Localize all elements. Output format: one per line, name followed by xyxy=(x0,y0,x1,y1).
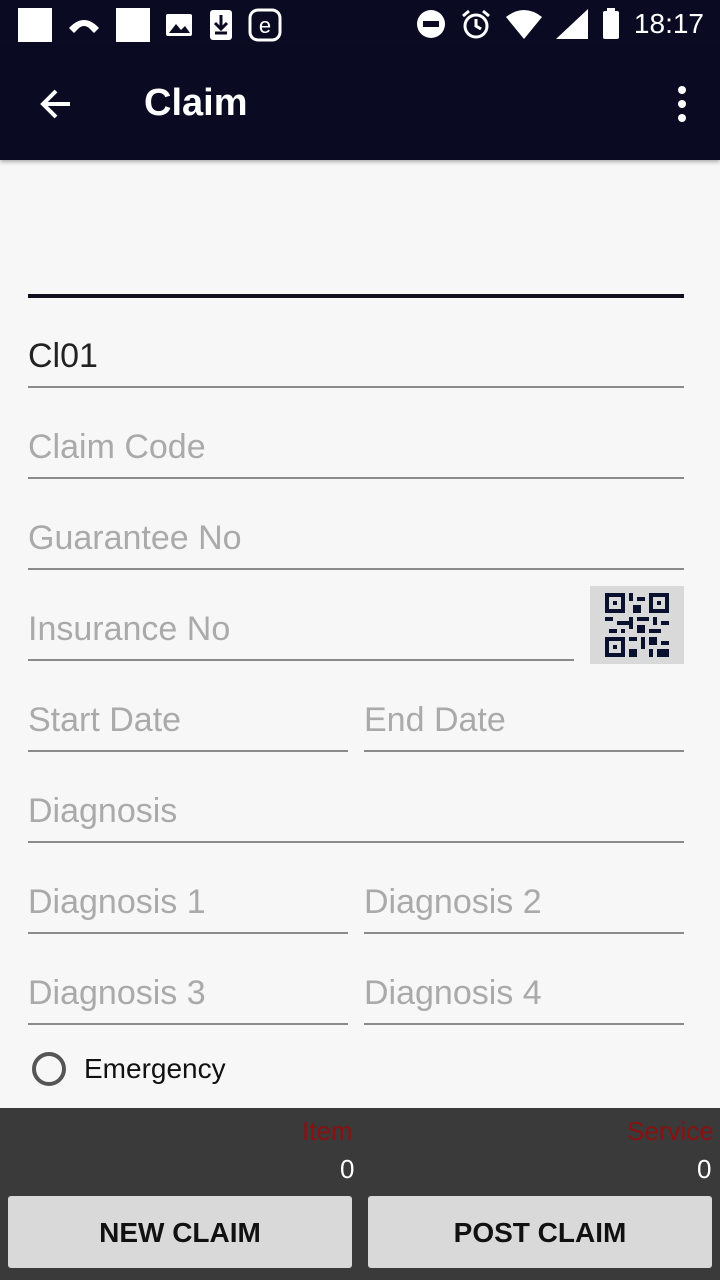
claim-form: Cl01 Claim Code Guarantee No Insurance N… xyxy=(0,160,720,1108)
notification-icon xyxy=(18,8,52,42)
arrow-back-icon[interactable] xyxy=(36,84,76,124)
cl-field[interactable]: Cl01 xyxy=(28,332,684,388)
item-label: Item xyxy=(302,1116,353,1146)
post-claim-button[interactable]: POST CLAIM xyxy=(368,1196,712,1268)
wifi-icon xyxy=(505,10,542,39)
diagnosis-field[interactable]: Diagnosis xyxy=(28,787,684,843)
missed-call-icon xyxy=(69,20,99,33)
diagnosis-3-placeholder: Diagnosis 3 xyxy=(28,974,206,1012)
scan-qr-button[interactable] xyxy=(590,586,684,664)
claim-code-placeholder: Claim Code xyxy=(28,428,206,466)
emergency-label: Emergency xyxy=(84,1053,226,1084)
more-vert-icon[interactable] xyxy=(672,84,692,124)
end-date-placeholder: End Date xyxy=(364,701,506,739)
cl-field-value: Cl01 xyxy=(28,337,98,375)
start-date-field[interactable]: Start Date xyxy=(28,696,348,752)
item-count: 0 xyxy=(340,1154,355,1184)
app-bar: Claim xyxy=(0,48,720,160)
service-count: 0 xyxy=(697,1154,712,1184)
download-icon xyxy=(210,10,232,40)
alarm-icon xyxy=(461,9,490,39)
emergency-option[interactable]: Emergency xyxy=(32,1052,226,1086)
diagnosis-3-field[interactable]: Diagnosis 3 xyxy=(28,969,348,1025)
image-icon xyxy=(166,14,192,36)
diagnosis-2-placeholder: Diagnosis 2 xyxy=(364,883,542,921)
battery-icon xyxy=(602,8,619,39)
page-title: Claim xyxy=(144,82,248,124)
cell-signal-icon xyxy=(555,9,588,39)
guarantee-no-placeholder: Guarantee No xyxy=(28,519,242,557)
do-not-disturb-icon xyxy=(416,10,445,38)
status-bar-notifications: e xyxy=(18,8,282,42)
diagnosis-1-field[interactable]: Diagnosis 1 xyxy=(28,878,348,934)
service-label: Service xyxy=(627,1116,714,1146)
insurance-no-field[interactable]: Insurance No xyxy=(28,605,574,661)
new-claim-button[interactable]: NEW CLAIM xyxy=(8,1196,352,1268)
insurance-no-placeholder: Insurance No xyxy=(28,610,231,648)
diagnosis-placeholder: Diagnosis xyxy=(28,792,178,830)
diagnosis-4-field[interactable]: Diagnosis 4 xyxy=(364,969,684,1025)
status-bar-system: 18:17 xyxy=(416,8,704,40)
e-app-icon: e xyxy=(248,8,282,42)
guarantee-no-field[interactable]: Guarantee No xyxy=(28,514,684,570)
start-date-placeholder: Start Date xyxy=(28,701,182,739)
status-bar: e 18:17 xyxy=(0,0,720,48)
diagnosis-1-placeholder: Diagnosis 1 xyxy=(28,883,206,921)
end-date-field[interactable]: End Date xyxy=(364,696,684,752)
top-input-underline[interactable] xyxy=(28,294,684,298)
diagnosis-2-field[interactable]: Diagnosis 2 xyxy=(364,878,684,934)
qr-code-icon xyxy=(605,593,669,657)
notification-icon xyxy=(116,8,150,42)
svg-text:e: e xyxy=(259,13,271,38)
status-time: 18:17 xyxy=(633,8,704,39)
diagnosis-4-placeholder: Diagnosis 4 xyxy=(364,974,542,1012)
emergency-radio[interactable] xyxy=(32,1052,66,1086)
claim-code-field[interactable]: Claim Code xyxy=(28,423,684,479)
bottom-panel: Item 0 Service 0 NEW CLAIM POST CLAIM xyxy=(0,1108,720,1280)
